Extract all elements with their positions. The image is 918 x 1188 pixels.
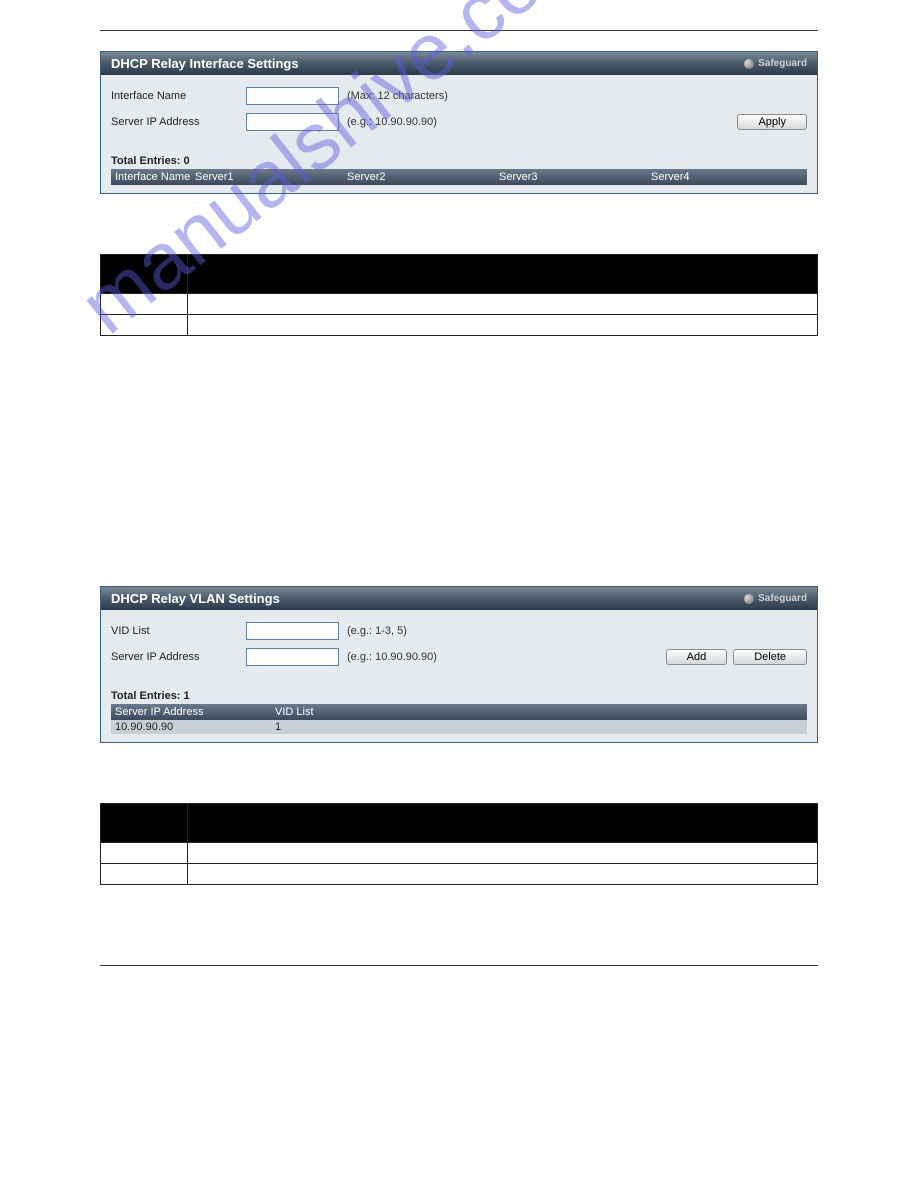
panel-body: VID List (e.g.: 1-3, 5) Server IP Addres… (101, 610, 817, 742)
desc-cell (188, 315, 818, 336)
desc-cell (188, 294, 818, 315)
interface-name-hint: (Max: 12 characters) (347, 90, 448, 102)
panel-title: DHCP Relay Interface Settings (111, 56, 299, 71)
cell-vid: 1 (275, 721, 803, 733)
desc-cell (188, 864, 818, 885)
interface-name-row: Interface Name (Max: 12 characters) (111, 87, 807, 105)
desc-header (188, 255, 818, 294)
table-header: Server IP Address VID List (111, 704, 807, 720)
vid-list-hint: (e.g.: 1-3, 5) (347, 625, 407, 637)
button-group: Add Delete (666, 649, 807, 665)
panel-title: DHCP Relay VLAN Settings (111, 591, 280, 606)
param-header (101, 255, 188, 294)
col-server4: Server4 (651, 171, 803, 183)
server-ip-label: Server IP Address (111, 116, 246, 128)
safeguard-badge: Safeguard (744, 58, 807, 69)
server-ip-hint: (e.g.: 10.90.90.90) (347, 651, 437, 663)
param-cell (101, 315, 188, 336)
table-row (101, 315, 818, 336)
col-vid-list: VID List (275, 706, 803, 718)
col-server2: Server2 (347, 171, 499, 183)
server-ip-input[interactable] (246, 648, 339, 666)
desc-header (188, 804, 818, 843)
server-ip-label: Server IP Address (111, 651, 246, 663)
total-entries: Total Entries: 0 (111, 155, 807, 169)
table-row (101, 255, 818, 294)
table-row (101, 864, 818, 885)
panel-header: DHCP Relay Interface Settings Safeguard (101, 52, 817, 75)
parameter-table-2 (100, 803, 818, 885)
col-server-ip: Server IP Address (115, 706, 275, 718)
col-interface-name: Interface Name (115, 171, 195, 183)
interface-name-label: Interface Name (111, 90, 246, 102)
col-server1: Server1 (195, 171, 347, 183)
vid-list-input[interactable] (246, 622, 339, 640)
table-row: 10.90.90.90 1 (111, 720, 807, 734)
apply-button[interactable]: Apply (737, 114, 807, 130)
table-row (101, 843, 818, 864)
server-ip-hint: (e.g.: 10.90.90.90) (347, 116, 437, 128)
add-button[interactable]: Add (666, 649, 728, 665)
page-bottom-rule (100, 965, 818, 966)
safeguard-badge: Safeguard (744, 593, 807, 604)
param-cell (101, 294, 188, 315)
panel-body: Interface Name (Max: 12 characters) Serv… (101, 75, 817, 193)
interface-name-input[interactable] (246, 87, 339, 105)
dhcp-relay-vlan-panel: DHCP Relay VLAN Settings Safeguard VID L… (100, 586, 818, 743)
table-row (101, 294, 818, 315)
table-row (101, 804, 818, 843)
page-top-rule (100, 30, 818, 31)
parameter-table-1 (100, 254, 818, 336)
server-ip-row: Server IP Address (e.g.: 10.90.90.90) Ad… (111, 648, 807, 666)
server-ip-row: Server IP Address (e.g.: 10.90.90.90) Ap… (111, 113, 807, 131)
vid-list-row: VID List (e.g.: 1-3, 5) (111, 622, 807, 640)
vid-list-label: VID List (111, 625, 246, 637)
table-header: Interface Name Server1 Server2 Server3 S… (111, 169, 807, 185)
total-entries: Total Entries: 1 (111, 690, 807, 704)
desc-cell (188, 843, 818, 864)
dhcp-relay-interface-panel: DHCP Relay Interface Settings Safeguard … (100, 51, 818, 194)
panel-header: DHCP Relay VLAN Settings Safeguard (101, 587, 817, 610)
param-header (101, 804, 188, 843)
param-cell (101, 864, 188, 885)
col-server3: Server3 (499, 171, 651, 183)
delete-button[interactable]: Delete (733, 649, 807, 665)
cell-ip: 10.90.90.90 (115, 721, 275, 733)
server-ip-input[interactable] (246, 113, 339, 131)
param-cell (101, 843, 188, 864)
